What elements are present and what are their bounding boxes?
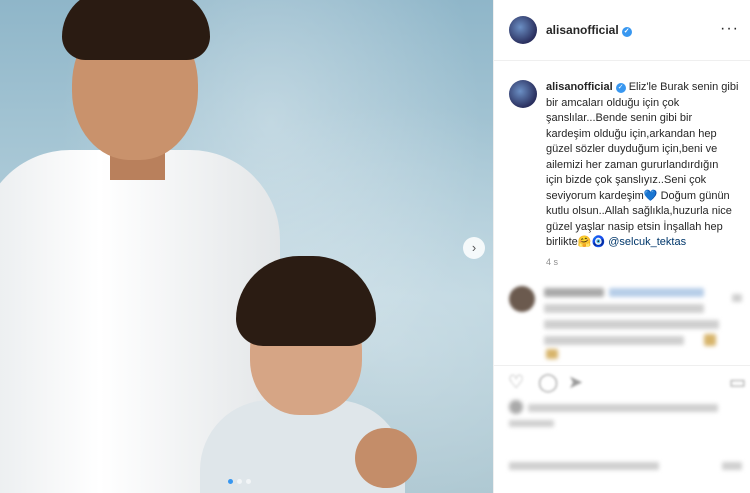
blue-heart-icon: 💙 — [643, 189, 658, 202]
post-photo[interactable]: › — [0, 0, 493, 493]
caption-line: güzel yaşlar nasip etsin İnşallah hep — [546, 220, 723, 233]
post-date-blurred — [509, 420, 554, 427]
caption-username[interactable]: alisanofficial — [546, 81, 613, 93]
username-text[interactable]: alisanofficial — [546, 23, 619, 37]
caption-line: kardeşim olduğu için,arkandan hep — [546, 127, 717, 140]
verified-icon: ✓ — [621, 27, 632, 37]
add-comment-blurred — [509, 462, 659, 470]
post-side-panel: alisanofficial ✓ ··· alisanofficial ✓ Eliz… — [493, 0, 750, 493]
comment-avatar[interactable] — [509, 286, 535, 312]
comment-text-blurred — [544, 304, 704, 313]
verified-icon: ✓ — [615, 83, 626, 93]
avatar[interactable] — [509, 80, 537, 108]
avatar[interactable] — [509, 16, 537, 44]
comment-text-blurred — [544, 336, 684, 345]
caption-line: seviyorum kardeşim — [546, 189, 644, 202]
caption-line: Doğum günün — [657, 189, 730, 202]
caption-line: güzel sözler duyduğum için,beni ve — [546, 143, 718, 155]
action-bar: ♡ ◯ ➤ ▭ — [494, 365, 750, 406]
likes-text-blurred — [528, 404, 718, 412]
comment-like-blurred — [732, 294, 742, 302]
liker-avatar-blurred — [509, 400, 523, 414]
caption-text: alisanofficial ✓ Eliz'le Burak senin gibi… — [546, 80, 742, 251]
post-header: alisanofficial ✓ ··· — [494, 0, 750, 61]
comment-icon[interactable]: ◯ — [538, 372, 558, 393]
hand-on-shoulder — [355, 428, 417, 488]
caption-line: şanslılar...Bende senin gibi bir — [546, 112, 693, 124]
carousel-dot — [228, 479, 233, 484]
comment-emoji-blurred — [546, 349, 558, 359]
more-icon[interactable]: ··· — [720, 20, 739, 38]
older-boy-hair — [62, 0, 210, 60]
share-icon[interactable]: ➤ — [568, 372, 583, 393]
comment-username-blurred — [544, 288, 604, 297]
bookmark-icon[interactable]: ▭ — [729, 372, 746, 393]
caption-line: Eliz'le Burak senin gibi — [628, 81, 739, 93]
caption-timestamp: 4 s — [546, 257, 559, 267]
carousel-dots — [228, 479, 251, 484]
carousel-dot — [246, 479, 251, 484]
mention-link[interactable]: @selcuk_tektas — [605, 236, 686, 248]
heart-icon[interactable]: ♡ — [508, 372, 524, 393]
caption-line: için bizde çok şanslıyız..Seni çok — [546, 174, 707, 186]
next-arrow-icon[interactable]: › — [463, 237, 485, 259]
comment-emoji-blurred — [704, 334, 716, 346]
comment-text-blurred — [609, 288, 704, 297]
caption-line: birlikte — [546, 236, 578, 248]
caption-line: bir amcaları olduğu için çok — [546, 96, 680, 109]
hug-icon: 🤗 — [577, 236, 592, 248]
nazar-icon: 🧿 — [591, 236, 606, 248]
caption-line: kutlu olsun..Allah sağlıkla,huzurla nice — [546, 205, 732, 217]
caption-line: ailemizi her zaman gururlandırdığın — [546, 158, 719, 171]
comment-text-blurred — [544, 320, 719, 329]
carousel-dot — [237, 479, 242, 484]
post-button-blurred — [722, 462, 742, 470]
header-username[interactable]: alisanofficial ✓ — [546, 23, 632, 37]
